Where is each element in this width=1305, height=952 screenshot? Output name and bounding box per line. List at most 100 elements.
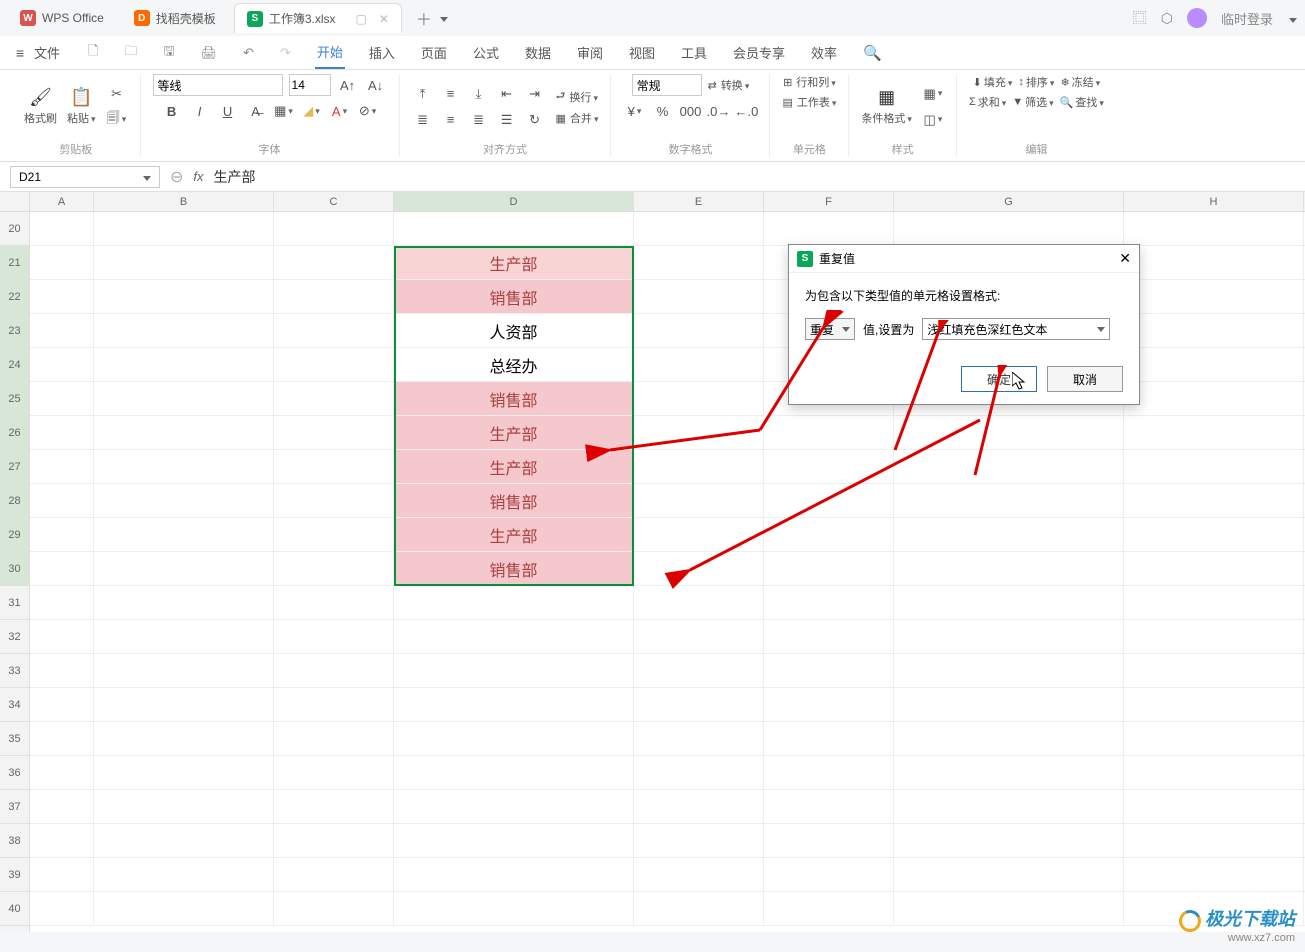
menu-start[interactable]: 开始 — [315, 36, 345, 69]
cell[interactable] — [1124, 518, 1304, 551]
dialog-close-icon[interactable]: ✕ — [1119, 250, 1131, 267]
cell[interactable] — [94, 552, 274, 585]
cell[interactable] — [30, 790, 94, 823]
cell[interactable] — [764, 858, 894, 891]
cell[interactable] — [764, 416, 894, 449]
worksheet-button[interactable]: ▤工作表 — [782, 94, 836, 110]
cell[interactable] — [1124, 348, 1304, 381]
cell[interactable] — [94, 280, 274, 313]
row-header[interactable]: 36 — [0, 756, 29, 790]
align-top-icon[interactable]: ⤒ — [412, 83, 434, 105]
cell[interactable] — [394, 212, 634, 245]
cell[interactable]: 生产部 — [394, 416, 634, 449]
cell[interactable] — [394, 892, 634, 925]
italic-icon[interactable]: I — [189, 100, 211, 122]
cell[interactable] — [634, 314, 764, 347]
cell[interactable] — [1124, 246, 1304, 279]
row-header[interactable]: 21 — [0, 246, 29, 280]
align-center-icon[interactable]: ≡ — [440, 109, 462, 131]
cell[interactable] — [634, 518, 764, 551]
copy-icon[interactable]: 🗐 — [106, 109, 128, 131]
qa-open-icon[interactable]: 🗀 — [122, 36, 139, 70]
freeze-button[interactable]: ❄冻结 — [1060, 74, 1100, 90]
cell[interactable] — [394, 620, 634, 653]
table-style-icon[interactable]: ▦ — [922, 83, 944, 105]
cell[interactable] — [274, 824, 394, 857]
menu-insert[interactable]: 插入 — [367, 37, 397, 68]
col-E[interactable]: E — [634, 192, 764, 211]
cell[interactable] — [634, 620, 764, 653]
justify-icon[interactable]: ☰ — [496, 109, 518, 131]
cell[interactable] — [394, 790, 634, 823]
file-tab[interactable]: S 工作簿3.xlsx ▢ ✕ — [234, 3, 402, 33]
tab-menu-icon[interactable]: ▢ — [356, 12, 367, 26]
cell[interactable] — [274, 518, 394, 551]
row-header[interactable]: 27 — [0, 450, 29, 484]
cell[interactable] — [634, 416, 764, 449]
cell[interactable] — [394, 756, 634, 789]
grow-font-icon[interactable]: A↑ — [337, 74, 359, 96]
cell[interactable] — [634, 858, 764, 891]
cell[interactable] — [634, 382, 764, 415]
cell[interactable] — [30, 586, 94, 619]
file-menu[interactable]: 文件 — [12, 31, 64, 74]
row-header[interactable]: 26 — [0, 416, 29, 450]
cell[interactable] — [894, 586, 1124, 619]
cell[interactable] — [94, 348, 274, 381]
cell[interactable] — [30, 620, 94, 653]
cell[interactable] — [94, 484, 274, 517]
cell[interactable] — [634, 484, 764, 517]
cancel-fx-icon[interactable]: ⊖ — [170, 167, 183, 187]
cell[interactable] — [1124, 450, 1304, 483]
cell[interactable] — [30, 688, 94, 721]
row-header[interactable]: 32 — [0, 620, 29, 654]
row-header[interactable]: 20 — [0, 212, 29, 246]
cell[interactable]: 生产部 — [394, 518, 634, 551]
cell[interactable] — [634, 586, 764, 619]
row-header[interactable]: 30 — [0, 552, 29, 586]
login-label[interactable]: 临时登录 — [1221, 9, 1273, 28]
cell[interactable] — [894, 518, 1124, 551]
cell[interactable] — [94, 858, 274, 891]
login-dropdown-icon[interactable] — [1287, 11, 1297, 26]
font-name-select[interactable] — [153, 74, 283, 96]
cell[interactable]: 生产部 — [394, 450, 634, 483]
indent-inc-icon[interactable]: ⇥ — [524, 83, 546, 105]
cell[interactable] — [274, 892, 394, 925]
cell[interactable] — [30, 858, 94, 891]
cell[interactable] — [1124, 654, 1304, 687]
cell[interactable] — [274, 790, 394, 823]
cell[interactable] — [894, 824, 1124, 857]
cell[interactable] — [274, 314, 394, 347]
cell[interactable] — [764, 212, 894, 245]
comma-icon[interactable]: 000 — [679, 100, 701, 122]
user-avatar[interactable] — [1187, 8, 1207, 28]
currency-icon[interactable]: ¥ — [623, 100, 645, 122]
cell[interactable] — [634, 348, 764, 381]
row-header[interactable]: 33 — [0, 654, 29, 688]
cell[interactable] — [274, 280, 394, 313]
cell[interactable] — [894, 484, 1124, 517]
col-F[interactable]: F — [764, 192, 894, 211]
select-all-corner[interactable] — [0, 192, 30, 212]
cell[interactable] — [1124, 382, 1304, 415]
cell[interactable]: 销售部 — [394, 382, 634, 415]
cell[interactable] — [634, 450, 764, 483]
cell[interactable] — [394, 722, 634, 755]
cell[interactable] — [94, 416, 274, 449]
row-header[interactable]: 24 — [0, 348, 29, 382]
cell[interactable] — [394, 824, 634, 857]
qa-print-icon[interactable]: 🖨 — [199, 39, 220, 67]
rowcol-button[interactable]: ⊞行和列 — [783, 74, 836, 90]
cell[interactable] — [30, 280, 94, 313]
cell[interactable] — [274, 552, 394, 585]
cell[interactable] — [30, 824, 94, 857]
cancel-button[interactable]: 取消 — [1047, 366, 1123, 392]
cell[interactable]: 人资部 — [394, 314, 634, 347]
cell[interactable] — [1124, 314, 1304, 347]
row-header[interactable]: 31 — [0, 586, 29, 620]
cell[interactable] — [634, 552, 764, 585]
paste-button[interactable]: 📋粘贴 — [67, 87, 96, 126]
cell[interactable] — [634, 824, 764, 857]
cell[interactable] — [94, 654, 274, 687]
